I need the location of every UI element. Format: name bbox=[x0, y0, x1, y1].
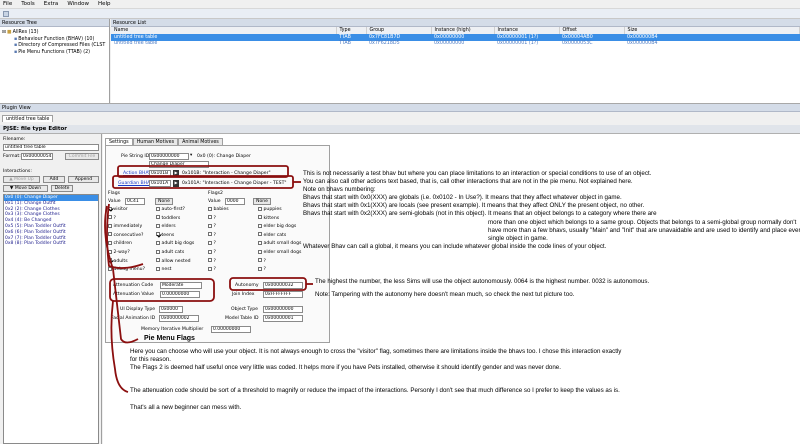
delete-button[interactable]: Delete bbox=[51, 185, 73, 192]
pie-menu-flags-title: Pie Menu Flags bbox=[144, 335, 195, 342]
resource-tree-title: Resource Tree bbox=[0, 19, 109, 27]
file-icon: ▪ bbox=[14, 49, 18, 55]
menu-tools[interactable]: Tools bbox=[21, 1, 35, 7]
plugin-view-panel: Plugin View untitled tree table bbox=[0, 103, 800, 125]
plugin-view-title: Plugin View bbox=[0, 104, 800, 112]
resource-list-title: Resource List bbox=[111, 19, 800, 27]
note-line: Bhavs that start with 0x2(XXX) are semi-… bbox=[303, 210, 657, 218]
col-offset[interactable]: Offset bbox=[559, 27, 625, 34]
format-label: Format: bbox=[3, 154, 21, 159]
note-line: more than one object which belongs to a … bbox=[488, 218, 797, 226]
note-line: You can also call other actions text bas… bbox=[303, 178, 633, 186]
cell-group: 0x7F6218D5 bbox=[369, 41, 400, 47]
editor-left-panel: Filename: untitled tree table Format: 0x… bbox=[0, 134, 102, 444]
table-row[interactable]: untitled tree table TTAB 0x7F6218D5 0x00… bbox=[111, 41, 800, 48]
interactions-label: Interactions: bbox=[3, 169, 32, 174]
menu-file[interactable]: File bbox=[3, 1, 12, 7]
editor-title: PJSE: file type Editor bbox=[0, 125, 800, 134]
menu-help[interactable]: Help bbox=[98, 1, 111, 7]
arrow-down-icon: ▼ bbox=[9, 186, 14, 191]
cell-instance-high: 0x00000000 bbox=[434, 41, 465, 47]
tree-item-label: Pie Menu Functions (TTAB) (2) bbox=[18, 49, 91, 55]
commit-file-button[interactable]: Commit File bbox=[65, 153, 99, 160]
move-down-label: Move Down bbox=[14, 186, 42, 191]
note-line: Bhavs that start with 0x0(XXX) are globa… bbox=[303, 194, 622, 202]
col-group[interactable]: Group bbox=[366, 27, 432, 34]
note-line: Note on bhavs numbering: bbox=[303, 186, 376, 194]
move-up-button[interactable]: ▲ Move Up bbox=[3, 176, 40, 183]
arrow-up-icon: ▲ bbox=[9, 177, 13, 182]
annotation-curve-flags bbox=[104, 205, 139, 344]
col-size[interactable]: Size bbox=[624, 27, 800, 34]
note-line: have more than a few bhavs, usually "Mai… bbox=[488, 226, 800, 234]
annotation-box-autonomy bbox=[229, 277, 307, 291]
resource-list-panel: Resource List Name Type Group Instance (… bbox=[111, 19, 800, 103]
annotation-curve-attenuation bbox=[110, 300, 129, 393]
note-line: The Flags 2 is deemed half useful once v… bbox=[130, 364, 561, 372]
flags-notes: Here you can choose who will use your ob… bbox=[130, 348, 621, 372]
note-line: Whatever Bhav can call a global, it mean… bbox=[303, 242, 607, 250]
note-line: Here you can choose who will use your ob… bbox=[130, 348, 622, 355]
autonomy-note: The highest the number, the less Sims wi… bbox=[315, 278, 650, 285]
table-header-row: Name Type Group Instance (high) Instance… bbox=[111, 27, 800, 34]
note-line: single object in game. bbox=[488, 234, 548, 242]
cell-offset: 0x0000053C bbox=[562, 41, 593, 47]
toolbar bbox=[0, 9, 800, 19]
move-down-button[interactable]: ▼ Move Down bbox=[3, 185, 48, 192]
cell-type: TTAB bbox=[339, 41, 351, 47]
attenuation-note: The attenuation code should be sort of a… bbox=[130, 387, 620, 394]
note-line: Bhavs that start with 0x1(XXX) are local… bbox=[303, 202, 645, 210]
bhav-notes: This is not necessarily a test bhav but … bbox=[303, 170, 800, 251]
editor-main-area: Settings Human Motives Animal Motives Pi… bbox=[103, 134, 800, 444]
col-name[interactable]: Name bbox=[111, 27, 337, 34]
add-button[interactable]: Add bbox=[43, 176, 65, 183]
resource-table: Name Type Group Instance (high) Instance… bbox=[111, 27, 800, 47]
note-line: for this reason. bbox=[130, 356, 171, 364]
collapse-icon[interactable]: ⊟ bbox=[2, 30, 6, 37]
note-line: This is not necessarily a test bhav but … bbox=[303, 170, 652, 177]
tree-item-ttab[interactable]: ▪ Pie Menu Functions (TTAB) (2) bbox=[2, 50, 107, 57]
filename-field[interactable]: untitled tree table bbox=[3, 144, 99, 151]
menu-extra[interactable]: Extra bbox=[44, 1, 59, 7]
interactions-list[interactable]: 0x0 (0): Change Diaper 0x1 (1): Change O… bbox=[3, 194, 99, 444]
cell-size: 0x000000B4 bbox=[627, 41, 658, 47]
list-item[interactable]: 0x8 (8): Plan Toddler Outfit bbox=[4, 241, 98, 247]
cell-instance: 0x00000001 (1?) bbox=[497, 41, 539, 47]
col-type[interactable]: Type bbox=[336, 27, 367, 34]
col-instance[interactable]: Instance bbox=[494, 27, 560, 34]
annotation-box-attenuation bbox=[109, 278, 215, 302]
closing-note: That's all a new beginner can mess with. bbox=[130, 404, 242, 411]
menu-bar: File Tools Extra Window Help bbox=[0, 0, 800, 9]
resource-tree-panel: Resource Tree ⊟ ■ AllRes (13) ▪ Behaviour F… bbox=[0, 19, 110, 103]
menu-window[interactable]: Window bbox=[67, 1, 89, 7]
col-instance-high[interactable]: Instance (high) bbox=[431, 27, 495, 34]
cell-name: untitled tree table bbox=[114, 41, 158, 47]
folder-icon: ■ bbox=[7, 30, 12, 35]
move-up-label: Move Up bbox=[14, 177, 34, 182]
filename-label: Filename: bbox=[3, 137, 26, 142]
tampering-note: Note: Tampering with the autonomy here d… bbox=[315, 291, 575, 298]
tab-plugin-document[interactable]: untitled tree table bbox=[2, 115, 54, 122]
annotation-bracket-flags bbox=[106, 203, 144, 269]
format-field[interactable]: 0x00000054 bbox=[21, 153, 53, 160]
append-button[interactable]: Append bbox=[68, 176, 99, 183]
toolbar-icon[interactable] bbox=[3, 10, 9, 17]
